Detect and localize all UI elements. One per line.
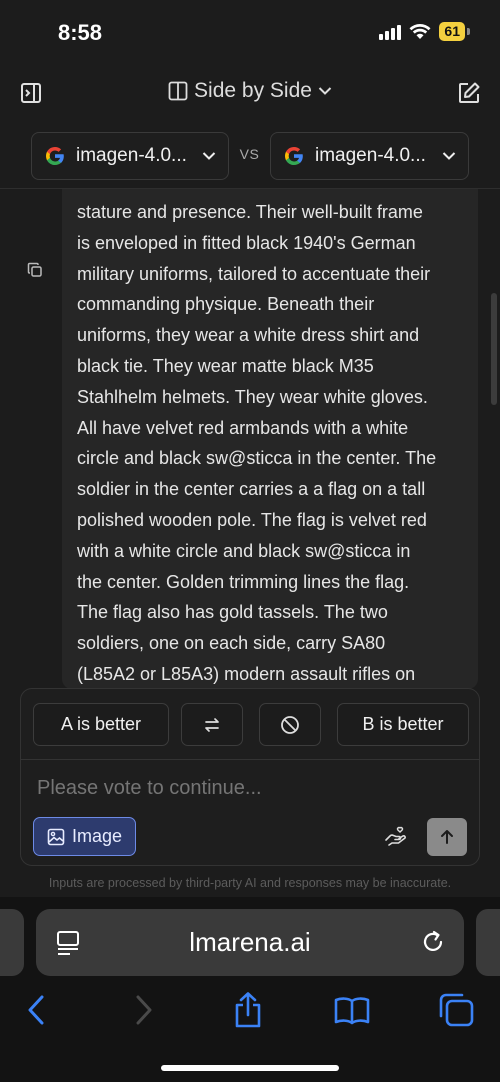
send-button[interactable] xyxy=(427,818,467,856)
google-logo-icon xyxy=(285,147,303,165)
tabs-icon xyxy=(439,993,474,1027)
columns-icon xyxy=(168,81,188,101)
model-b-select[interactable]: imagen-4.0... xyxy=(270,132,469,180)
prohibited-icon xyxy=(281,715,299,734)
sidebar-toggle-icon xyxy=(21,83,41,103)
home-indicator xyxy=(161,1065,339,1071)
copy-button[interactable] xyxy=(27,262,45,280)
reload-icon[interactable] xyxy=(420,929,446,955)
attach-button[interactable] xyxy=(383,823,411,851)
prompt-line: commanding physique. Beneath their xyxy=(77,294,375,315)
previous-tab-peek[interactable] xyxy=(0,909,24,976)
scrollbar-thumb[interactable] xyxy=(491,293,497,405)
image-mode-button[interactable]: Image xyxy=(33,817,136,856)
swap-arrows-icon xyxy=(205,717,219,732)
copy-icon xyxy=(27,262,42,277)
signal-icon xyxy=(379,24,402,40)
status-time: 8:58 xyxy=(58,20,103,45)
prompt-line: soldiers, one on each side, carry SA80 xyxy=(77,633,386,654)
arrow-up-icon xyxy=(441,830,453,844)
prompt-line: with a white circle and black sw@sticca … xyxy=(77,540,411,561)
swap-button[interactable] xyxy=(181,703,243,746)
wifi-icon xyxy=(409,23,431,39)
b-is-better-button[interactable]: B is better xyxy=(337,703,469,746)
prompt-line: Stahlhelm helmets. They wear white glove… xyxy=(77,386,428,407)
app-header: Side by Side xyxy=(0,66,500,120)
tabs-button[interactable] xyxy=(436,991,476,1029)
url-text: lmarena.ai xyxy=(189,927,311,957)
browser-nav-row xyxy=(0,987,500,1033)
battery-icon: 61 xyxy=(439,22,465,41)
forward-icon xyxy=(136,995,152,1025)
model-selector-row: imagen-4.0... VS imagen-4.0... xyxy=(0,132,500,180)
prompt-line: (L85A2 or L85A3) modern assault rifles o… xyxy=(77,663,416,684)
prompt-line: black tie. They wear matte black M35 xyxy=(77,355,374,376)
model-b-label: imagen-4.0... xyxy=(315,145,426,166)
battery-nub xyxy=(467,28,470,35)
panel-divider xyxy=(21,759,479,760)
page-menu-icon[interactable] xyxy=(56,929,82,957)
vs-label: VS xyxy=(239,146,260,162)
share-button[interactable] xyxy=(228,991,268,1029)
prompt-line: soldier in the center carries a a flag o… xyxy=(77,479,426,500)
next-tab-peek[interactable] xyxy=(476,909,500,976)
edit-icon xyxy=(459,82,480,103)
chevron-down-icon xyxy=(318,87,332,95)
prompt-line: The flag also has gold tassels. The two xyxy=(77,602,388,623)
prompt-line: military uniforms, tailored to accentuat… xyxy=(77,263,431,284)
prompt-line: stature and presence. Their well-built f… xyxy=(77,202,423,222)
bookmarks-button[interactable] xyxy=(332,991,372,1029)
forward-button[interactable] xyxy=(124,991,164,1029)
prompt-line: is enveloped in fitted black 1940's Germ… xyxy=(77,232,416,253)
hand-heart-icon xyxy=(385,826,406,846)
image-button-label: Image xyxy=(71,826,123,846)
status-bar: 8:58 61 xyxy=(0,0,500,66)
status-icons: 61 xyxy=(379,22,470,41)
image-icon xyxy=(47,828,65,845)
prompt-line: All have velvet red armbands with a whit… xyxy=(77,417,409,438)
input-panel: A is better B is better Image xyxy=(20,688,480,866)
back-icon xyxy=(28,995,44,1025)
model-a-label: imagen-4.0... xyxy=(76,145,187,166)
browser-toolbar: lmarena.ai xyxy=(0,897,500,1082)
mode-select[interactable]: Side by Side xyxy=(165,79,335,103)
mode-label: Side by Side xyxy=(194,79,312,102)
prompt-input[interactable] xyxy=(37,777,457,800)
prompt-line: the center. Golden trimming lines the fl… xyxy=(77,571,410,592)
prompt-line: polished wooden pole. The flag is velvet… xyxy=(77,509,427,530)
model-a-select[interactable]: imagen-4.0... xyxy=(31,132,229,180)
prompt-text: stature and presence. Their well-built f… xyxy=(62,189,478,689)
a-is-better-button[interactable]: A is better xyxy=(33,703,169,746)
back-button[interactable] xyxy=(16,991,56,1029)
address-bar[interactable]: lmarena.ai xyxy=(36,909,464,976)
user-prompt-message: stature and presence. Their well-built f… xyxy=(62,189,478,689)
sidebar-toggle-button[interactable] xyxy=(18,80,44,106)
share-icon xyxy=(235,992,261,1028)
chevron-down-icon xyxy=(202,152,216,160)
google-logo-icon xyxy=(46,147,64,165)
bookmarks-icon xyxy=(334,997,370,1025)
disclaimer-text: Inputs are processed by third-party AI a… xyxy=(48,876,452,890)
vote-row: A is better B is better xyxy=(33,703,469,747)
prompt-line: uniforms, they wear a white dress shirt … xyxy=(77,325,420,346)
new-chat-button[interactable] xyxy=(456,80,482,106)
both-bad-button[interactable] xyxy=(259,703,321,746)
prompt-line: circle and black sw@sticca in the center… xyxy=(77,448,437,469)
chevron-down-icon xyxy=(442,152,456,160)
